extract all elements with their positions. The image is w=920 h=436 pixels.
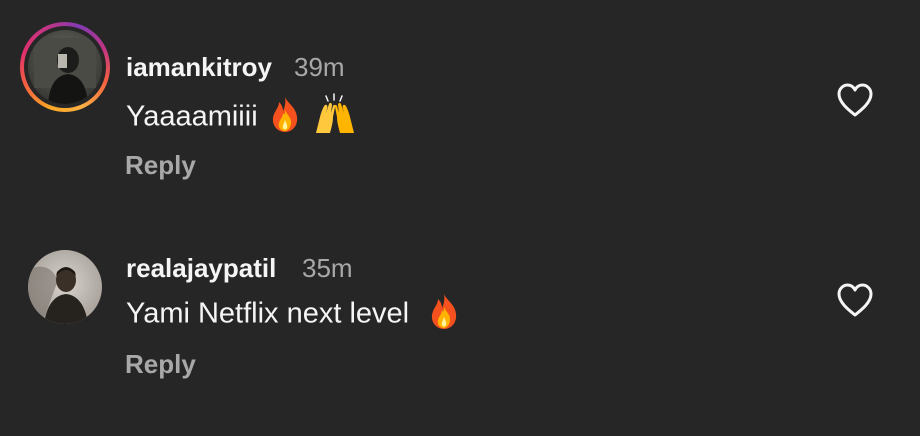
comment-username[interactable]: iamankitroy bbox=[126, 52, 272, 83]
comment-text-row: Yaaaamiiii bbox=[126, 93, 358, 143]
comment-username[interactable]: realajaypatil bbox=[126, 253, 276, 284]
avatar bbox=[28, 30, 102, 104]
raising-hands-emoji-icon bbox=[312, 93, 358, 143]
heart-outline-icon[interactable] bbox=[836, 283, 874, 317]
reply-button[interactable]: Reply bbox=[125, 349, 196, 380]
avatar-with-story-ring[interactable] bbox=[20, 22, 110, 112]
avatar[interactable] bbox=[28, 250, 102, 324]
fire-emoji-icon bbox=[268, 95, 302, 141]
comment-text-row: Yami Netflix next level bbox=[126, 292, 461, 338]
comment-item: iamankitroy 39m Yaaaamiiii Reply bbox=[0, 0, 920, 200]
reply-button[interactable]: Reply bbox=[125, 150, 196, 181]
comment-timestamp: 39m bbox=[294, 52, 345, 82]
heart-outline-icon[interactable] bbox=[836, 83, 874, 117]
comment-timestamp: 35m bbox=[302, 253, 353, 283]
comment-item: realajaypatil 35m Yami Netflix next leve… bbox=[0, 200, 920, 436]
comment-text: Yaaaamiiii bbox=[126, 100, 258, 133]
comment-text: Yami Netflix next level bbox=[126, 297, 410, 330]
fire-emoji-icon bbox=[427, 292, 461, 338]
